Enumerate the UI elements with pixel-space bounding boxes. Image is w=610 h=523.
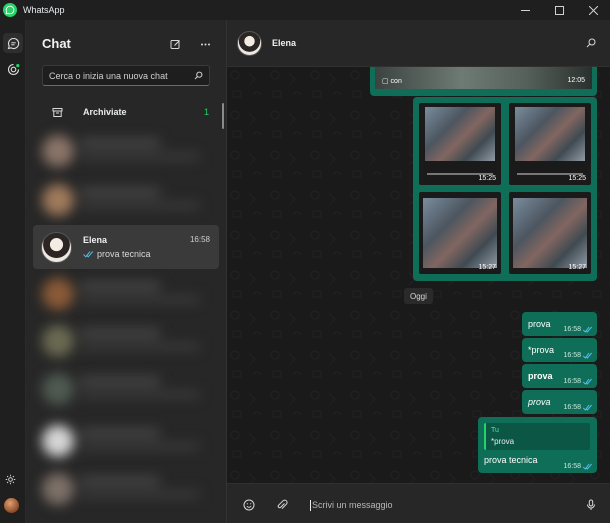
list-item-blurred[interactable] [38, 132, 218, 170]
read-ticks-icon [583, 326, 592, 333]
chat-list-item-elena[interactable]: Elena 16:58 prova tecnica [33, 225, 219, 269]
message-time: 12:05 [567, 77, 585, 84]
new-chat-icon[interactable] [168, 37, 182, 51]
archive-box-icon [50, 105, 64, 119]
media-thumbnail[interactable]: 15:27 [509, 192, 591, 274]
search-placeholder[interactable]: Cerca o inizia una nuova chat [49, 71, 192, 81]
search-icon[interactable] [192, 70, 204, 82]
chat-list-scrollbar[interactable] [222, 103, 224, 129]
list-item-blurred[interactable] [38, 470, 218, 508]
settings-gear-icon[interactable] [3, 472, 17, 486]
quoted-author: Tu [491, 427, 499, 434]
message-time: 16:58 [563, 404, 581, 411]
read-ticks-icon [83, 250, 94, 258]
video-label: ▢ con [382, 78, 402, 85]
search-chats-input[interactable]: Cerca o inizia una nuova chat [42, 65, 210, 86]
whatsapp-logo-icon [3, 3, 17, 17]
message-input-placeholder[interactable]: Scrivi un messaggio [312, 500, 393, 510]
list-item-blurred[interactable] [38, 181, 218, 219]
conversation-panel: Elena ▢ con 12:05 15:25 15:25 15:27 15:2… [227, 20, 610, 523]
message-time: 15:25 [568, 175, 586, 182]
message-composer: Scrivi un messaggio [227, 483, 610, 523]
message-time: 16:58 [563, 463, 581, 470]
message-text: prova [528, 319, 551, 329]
text-caret [310, 499, 311, 511]
minimize-icon[interactable] [508, 0, 542, 20]
read-ticks-icon [583, 352, 592, 359]
maximize-icon[interactable] [542, 0, 576, 20]
message-time: 16:58 [563, 326, 581, 333]
more-options-icon[interactable] [198, 37, 212, 51]
message-text: *prova [528, 345, 555, 355]
contact-name[interactable]: Elena [272, 38, 296, 48]
archived-count-badge: 1 [203, 107, 209, 117]
list-item-blurred[interactable] [38, 370, 218, 408]
list-item-blurred[interactable] [38, 322, 218, 360]
chat-name: Elena [83, 235, 108, 245]
quoted-text: *prova [491, 437, 515, 446]
profile-avatar[interactable] [4, 498, 19, 513]
message-time: 16:58 [563, 352, 581, 359]
outgoing-message[interactable]: prova 16:58 [522, 312, 597, 336]
conversation-header[interactable]: Elena [227, 20, 610, 67]
read-ticks-icon [583, 463, 592, 470]
whatsapp-window: WhatsApp Chat Cerca o inizia una nuova c… [0, 0, 610, 523]
chat-time: 16:58 [189, 235, 210, 244]
message-time: 15:27 [478, 264, 496, 271]
contact-avatar[interactable] [237, 31, 262, 56]
media-album-message[interactable]: 15:25 15:25 15:27 15:27 [413, 97, 597, 281]
message-time: 15:25 [478, 175, 496, 182]
outgoing-reply-message[interactable]: Tu *prova prova tecnica 16:58 [478, 417, 597, 473]
attach-paperclip-icon[interactable] [275, 498, 289, 512]
read-ticks-icon [583, 404, 592, 411]
navigation-rail [0, 20, 26, 523]
status-icon[interactable] [3, 59, 23, 79]
list-item-blurred[interactable] [38, 422, 218, 460]
message-text: prova tecnica [484, 455, 538, 465]
microphone-icon[interactable] [584, 498, 598, 512]
emoji-icon[interactable] [242, 498, 256, 512]
outgoing-message[interactable]: prova 16:58 [522, 364, 597, 388]
media-message-video[interactable]: ▢ con 12:05 [370, 67, 597, 96]
list-item-blurred[interactable] [38, 275, 218, 313]
chat-list-title: Chat [42, 36, 71, 51]
message-text: prova [528, 371, 553, 381]
video-thumbnail[interactable] [375, 67, 592, 89]
search-icon[interactable] [585, 37, 597, 49]
chat-preview-text: prova tecnica [97, 249, 151, 259]
close-icon[interactable] [576, 0, 610, 20]
outgoing-message[interactable]: *prova 16:58 [522, 338, 597, 362]
avatar [41, 232, 72, 263]
message-text: prova [528, 397, 551, 407]
read-ticks-icon [583, 378, 592, 385]
quoted-message[interactable]: Tu *prova [484, 423, 590, 450]
message-time: 16:58 [563, 378, 581, 385]
chat-list-panel: Chat Cerca o inizia una nuova chat Archi… [26, 20, 227, 523]
archived-chats-row[interactable]: Archiviate 1 [42, 103, 212, 121]
media-thumbnail[interactable]: 15:25 [419, 103, 501, 185]
media-thumbnail[interactable]: 15:27 [419, 192, 501, 274]
media-thumbnail[interactable]: 15:25 [509, 103, 591, 185]
message-time: 15:27 [568, 264, 586, 271]
day-separator: Oggi [404, 288, 433, 304]
archived-label: Archiviate [83, 107, 127, 117]
chats-icon[interactable] [3, 33, 23, 53]
message-input[interactable]: Scrivi un messaggio [310, 497, 570, 513]
title-bar: WhatsApp [0, 0, 610, 20]
window-title: WhatsApp [23, 5, 65, 15]
outgoing-message[interactable]: prova 16:58 [522, 390, 597, 414]
